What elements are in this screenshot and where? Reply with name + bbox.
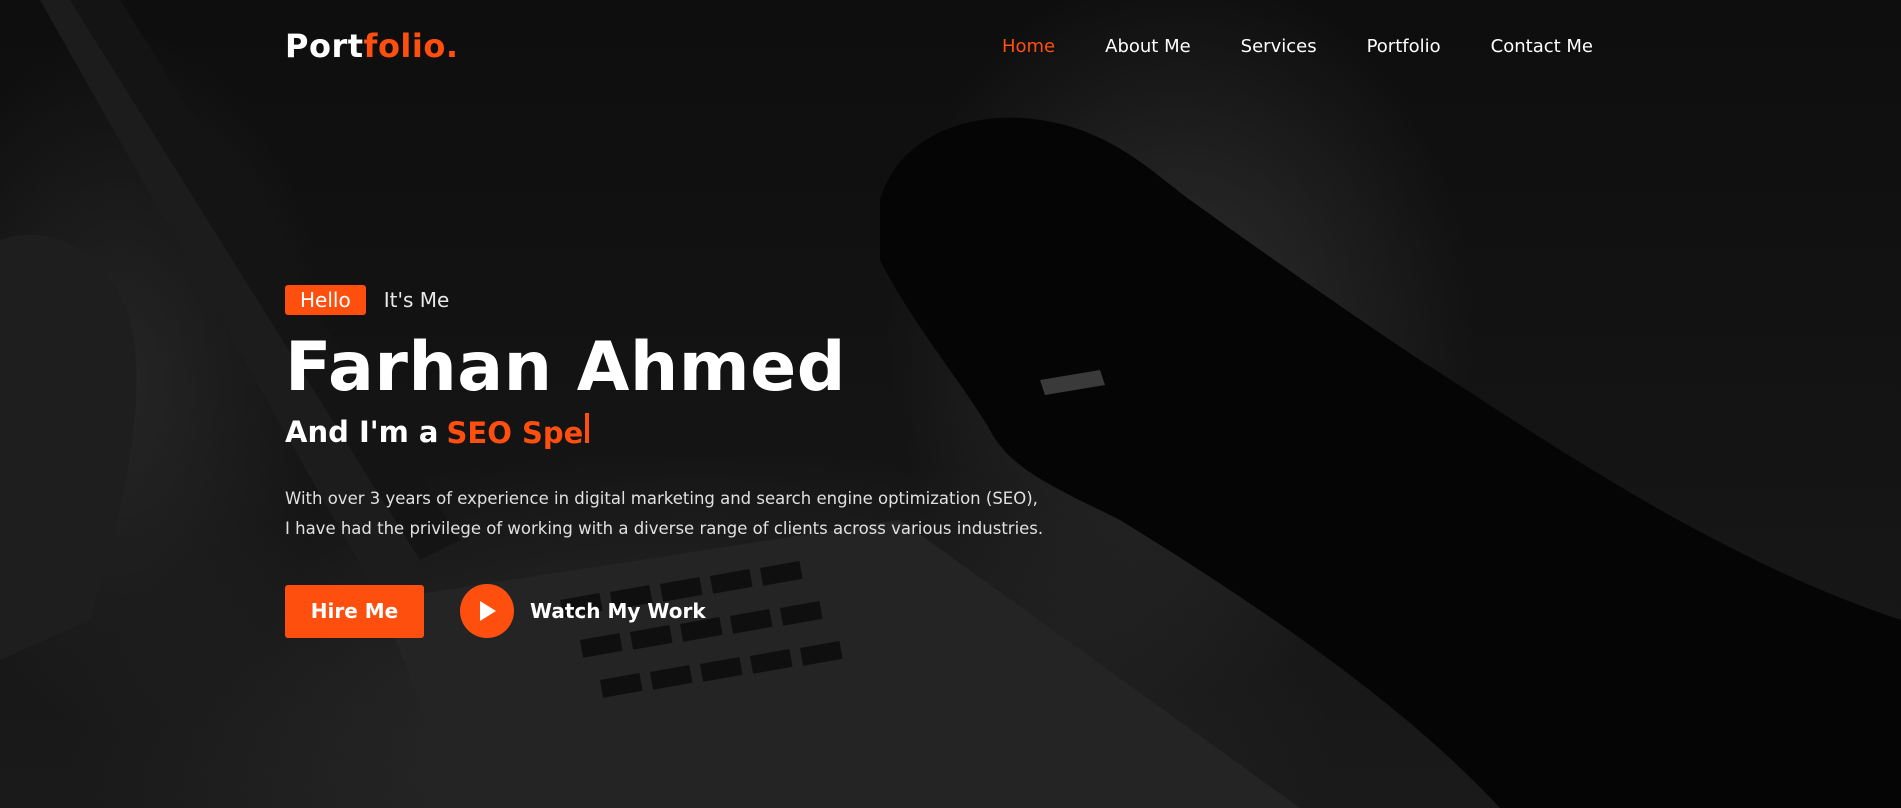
typing-cursor xyxy=(585,413,590,444)
nav-links: Home About Me Services Portfolio Contact… xyxy=(1002,36,1593,57)
role-prefix: And I'm a xyxy=(285,414,439,449)
hero-section: Portfolio. Home About Me Services Portfo… xyxy=(0,0,1901,808)
greeting: Hello It's Me xyxy=(285,285,1085,315)
nav-contact-me[interactable]: Contact Me xyxy=(1491,36,1593,57)
hero-bio: With over 3 years of experience in digit… xyxy=(285,484,1085,544)
hero-role: And I'm a SEO Spe xyxy=(285,413,1085,450)
hire-me-button[interactable]: Hire Me xyxy=(285,584,424,638)
hero-actions: Hire Me Watch My Work xyxy=(285,584,1085,639)
play-icon xyxy=(480,601,496,622)
hello-badge: Hello xyxy=(285,285,366,315)
nav-home[interactable]: Home xyxy=(1002,36,1055,57)
hero-content: Hello It's Me Farhan Ahmed And I'm a SEO… xyxy=(285,285,1085,639)
role-typed-value: SEO Spe xyxy=(446,416,584,451)
role-typed-text: SEO Spe xyxy=(447,413,590,450)
logo[interactable]: Portfolio. xyxy=(285,27,459,65)
navbar: Portfolio. Home About Me Services Portfo… xyxy=(285,22,1593,70)
play-button[interactable] xyxy=(460,584,514,639)
logo-main: Port xyxy=(285,27,364,65)
nav-services[interactable]: Services xyxy=(1241,36,1317,57)
intro-text: It's Me xyxy=(383,288,450,312)
logo-accent: folio. xyxy=(363,27,459,65)
bio-line-2: I have had the privilege of working with… xyxy=(285,519,1044,539)
hero-name: Farhan Ahmed xyxy=(285,328,846,407)
bio-line-1: With over 3 years of experience in digit… xyxy=(285,489,1038,509)
watch-my-work-label: Watch My Work xyxy=(530,599,706,624)
nav-portfolio[interactable]: Portfolio xyxy=(1367,36,1441,57)
nav-about-me[interactable]: About Me xyxy=(1105,36,1191,57)
watch-my-work-link[interactable]: Watch My Work xyxy=(460,584,706,639)
